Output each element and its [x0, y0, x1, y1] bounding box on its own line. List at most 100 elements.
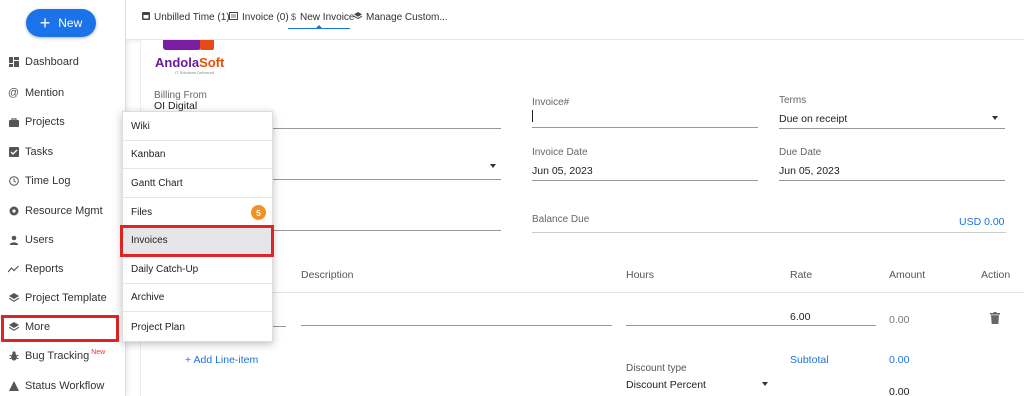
- company-logo: AndolaSoft: [155, 55, 225, 70]
- terms-underline: [779, 128, 1005, 129]
- menu-item-wiki[interactable]: Wiki: [123, 113, 272, 141]
- table-header-divider: [141, 292, 1024, 293]
- new-badge: New: [91, 348, 106, 356]
- active-tab-caret: [316, 25, 322, 28]
- field-underline: [271, 230, 501, 231]
- sidebar-item-project-template[interactable]: Project Template: [0, 287, 126, 309]
- sidebar-item-time-log[interactable]: Time Log: [0, 170, 126, 192]
- clock-icon: [8, 176, 19, 187]
- tab-manage-customers[interactable]: Manage Custom...: [353, 10, 448, 24]
- new-button[interactable]: + New: [26, 9, 96, 37]
- sidebar-item-label: Projects: [25, 116, 65, 128]
- resource-icon: [8, 206, 19, 217]
- menu-item-project-plan[interactable]: Project Plan: [123, 313, 272, 341]
- menu-item-files[interactable]: Files 5: [123, 199, 272, 227]
- menu-item-gantt-chart[interactable]: Gantt Chart: [123, 170, 272, 198]
- files-count-badge: 5: [251, 205, 266, 220]
- subtotal-value: 0.00: [889, 354, 910, 366]
- menu-item-daily-catch-up[interactable]: Daily Catch-Up: [123, 256, 272, 284]
- customer-underline: [271, 179, 501, 180]
- menu-item-kanban[interactable]: Kanban: [123, 141, 272, 169]
- due-date-underline: [779, 180, 1005, 181]
- tab-invoice[interactable]: Invoice (0): [229, 10, 289, 24]
- invoice-icon: [229, 12, 238, 22]
- sidebar-item-label: Users: [25, 234, 54, 246]
- layers-icon: [353, 12, 363, 22]
- highlight-invoices: [120, 225, 274, 257]
- sidebar-item-label: Resource Mgmt: [25, 205, 103, 217]
- tab-label: New Invoice: [300, 11, 355, 23]
- new-button-label: New: [58, 16, 83, 30]
- sidebar-item-projects[interactable]: Projects: [0, 111, 126, 133]
- highlight-more: [1, 315, 119, 342]
- invoice-number-underline: [532, 127, 758, 128]
- sidebar-item-label: Tasks: [25, 146, 54, 158]
- balance-due-label: Balance Due: [532, 214, 590, 225]
- discount-type-select[interactable]: Discount Percent: [626, 379, 706, 391]
- due-date-label: Due Date: [779, 147, 822, 158]
- column-header-hours: Hours: [626, 269, 655, 281]
- discount-type-label: Discount type: [626, 363, 687, 374]
- checkbox-icon: [8, 147, 19, 158]
- due-date-input[interactable]: Jun 05, 2023: [779, 165, 840, 177]
- tab-label: Invoice (0): [242, 11, 289, 23]
- amount-value: 0.00: [889, 314, 910, 326]
- sidebar-item-status-workflow[interactable]: Status Workflow: [0, 375, 126, 396]
- rate-input[interactable]: 6.00: [790, 311, 810, 323]
- terms-select[interactable]: Due on receipt: [779, 113, 847, 125]
- invoice-date-underline: [532, 180, 758, 181]
- layers-icon: [8, 293, 19, 304]
- sidebar-item-label: Reports: [25, 263, 64, 275]
- sidebar-item-label: Bug Tracking: [25, 350, 90, 362]
- tab-label: Manage Custom...: [366, 11, 448, 23]
- subtotal-label: Subtotal: [790, 354, 829, 366]
- column-header-amount: Amount: [889, 269, 926, 281]
- add-line-item-link[interactable]: + Add Line-item: [185, 354, 258, 366]
- dashboard-icon: [8, 57, 19, 68]
- sidebar-item-reports[interactable]: Reports: [0, 258, 126, 280]
- logo-tagline: IT Solutions Delivered: [175, 70, 215, 75]
- rate-underline: [786, 325, 876, 326]
- customer-dropdown-icon[interactable]: [490, 164, 496, 168]
- bug-icon: [8, 351, 19, 362]
- sidebar-item-bug-tracking[interactable]: Bug Tracking New: [0, 345, 126, 367]
- sidebar-item-tasks[interactable]: Tasks: [0, 141, 126, 163]
- invoice-date-label: Invoice Date: [532, 147, 588, 158]
- discount-value: 0.00: [889, 386, 910, 396]
- terms-dropdown-icon[interactable]: [992, 116, 998, 120]
- description-input[interactable]: [301, 325, 612, 326]
- sidebar-item-label: Status Workflow: [25, 380, 105, 392]
- sidebar-item-mention[interactable]: @ Mention: [0, 82, 126, 104]
- logo-graphic-accent: [200, 40, 214, 50]
- trash-icon[interactable]: [990, 312, 1000, 327]
- terms-label: Terms: [779, 95, 807, 106]
- sidebar-item-label: Dashboard: [25, 56, 79, 68]
- calendar-icon: [142, 12, 150, 22]
- hours-input[interactable]: [626, 325, 790, 326]
- item-underline: [271, 326, 286, 327]
- dollar-icon: $: [291, 12, 297, 22]
- active-tab-indicator: [288, 28, 350, 29]
- plus-icon: +: [39, 13, 51, 33]
- sidebar-item-label: Mention: [25, 87, 65, 99]
- sidebar-item-dashboard[interactable]: Dashboard: [0, 51, 126, 73]
- discount-type-dropdown-icon[interactable]: [762, 382, 768, 386]
- top-tabs-bar: Unbilled Time (1) Invoice (0) $ New Invo…: [126, 0, 1024, 40]
- briefcase-icon: [8, 117, 19, 128]
- tab-new-invoice[interactable]: $ New Invoice: [291, 10, 354, 24]
- sidebar-item-resource-mgmt[interactable]: Resource Mgmt: [0, 200, 126, 222]
- sidebar-item-users[interactable]: Users: [0, 229, 126, 251]
- invoice-number-label: Invoice#: [532, 97, 570, 108]
- user-icon: [8, 235, 19, 246]
- column-header-rate: Rate: [790, 269, 813, 281]
- billing-from-underline: [271, 128, 501, 129]
- menu-item-archive[interactable]: Archive: [123, 284, 272, 312]
- invoice-number-input[interactable]: [532, 110, 533, 122]
- balance-due-underline: [532, 232, 1006, 233]
- at-icon: @: [7, 87, 20, 99]
- tab-unbilled-time[interactable]: Unbilled Time (1): [142, 10, 230, 24]
- invoice-date-input[interactable]: Jun 05, 2023: [532, 165, 593, 177]
- chart-line-icon: [8, 264, 19, 275]
- workflow-icon: [8, 381, 19, 392]
- tab-label: Unbilled Time (1): [154, 11, 230, 23]
